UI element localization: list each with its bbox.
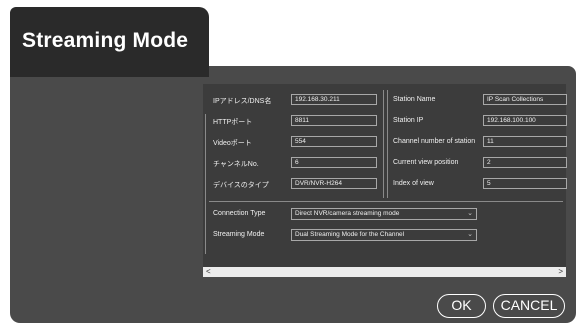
streaming-mode-select[interactable]: Dual Streaming Mode for the Channel ⌄ (291, 229, 477, 241)
ip-dns-field[interactable]: 192.168.30.211 (291, 94, 377, 105)
channel-no-label: チャンネルNo. (213, 161, 259, 168)
channel-no-field[interactable]: 6 (291, 157, 377, 168)
video-port-label: Videoポート (213, 140, 252, 147)
station-ip-field[interactable]: 192.168.100.100 (483, 115, 567, 126)
device-type-field[interactable]: DVR/NVR-H264 (291, 178, 377, 189)
channel-number-field[interactable]: 11 (483, 136, 567, 147)
video-port-field[interactable]: 554 (291, 136, 377, 147)
station-ip-label: Station IP (393, 117, 424, 124)
channel-number-label: Channel number of station (393, 138, 476, 145)
connection-type-value: Direct NVR/camera streaming mode (295, 210, 400, 217)
current-view-position-field[interactable]: 2 (483, 157, 567, 168)
cancel-button[interactable]: CANCEL (493, 294, 565, 318)
device-type-label: デバイスのタイプ (213, 182, 269, 189)
page-title: Streaming Mode (22, 29, 189, 52)
horizontal-scrollbar[interactable]: < > (203, 267, 566, 277)
connection-type-label: Connection Type (213, 210, 266, 217)
current-view-position-label: Current view position (393, 159, 459, 166)
streaming-mode-value: Dual Streaming Mode for the Channel (295, 231, 405, 238)
streaming-mode-label: Streaming Mode (213, 231, 265, 238)
ip-dns-label: IPアドレス/DNS名 (213, 98, 272, 105)
http-port-label: HTTPポート (213, 119, 253, 126)
settings-panel: IPアドレス/DNS名 192.168.30.211 HTTPポート 8811 … (203, 84, 567, 277)
panel-left-edge (205, 114, 206, 254)
chevron-down-icon: ⌄ (467, 231, 473, 238)
column-divider (383, 90, 384, 198)
ok-button[interactable]: OK (437, 294, 486, 318)
index-of-view-label: Index of view (393, 180, 434, 187)
station-name-label: Station Name (393, 96, 436, 103)
station-name-field[interactable]: IP Scan Collections (483, 94, 567, 105)
http-port-field[interactable]: 8811 (291, 115, 377, 126)
connection-type-select[interactable]: Direct NVR/camera streaming mode ⌄ (291, 208, 477, 220)
section-divider (209, 201, 563, 202)
chevron-down-icon: ⌄ (467, 210, 473, 217)
streaming-mode-dialog: Streaming Mode IPアドレス/DNS名 192.168.30.21… (0, 0, 581, 327)
index-of-view-field[interactable]: 5 (483, 178, 567, 189)
scroll-right-arrow-icon[interactable]: > (558, 267, 563, 277)
scroll-left-arrow-icon[interactable]: < (206, 267, 211, 277)
column-divider (387, 90, 388, 198)
